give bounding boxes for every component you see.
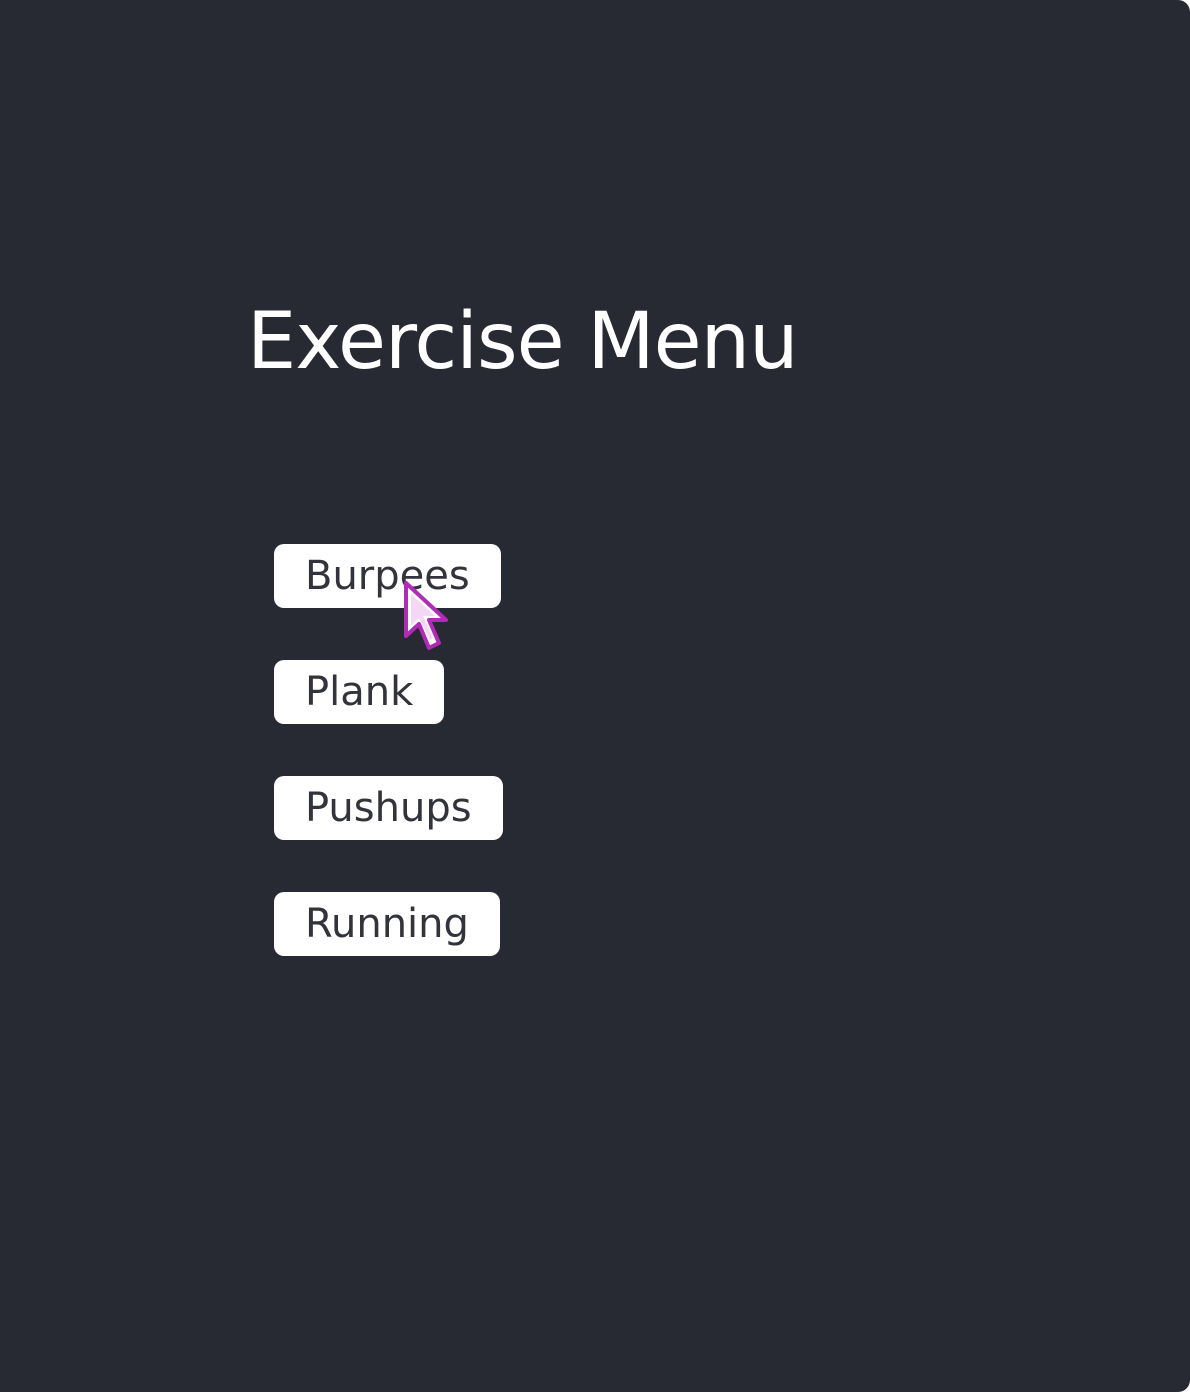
exercise-button-running[interactable]: Running (274, 892, 500, 956)
exercise-button-burpees[interactable]: Burpees (274, 544, 501, 608)
exercise-button-plank[interactable]: Plank (274, 660, 445, 724)
app-window: Exercise Menu Burpees Plank Pushups Runn… (0, 0, 1190, 1392)
exercise-button-pushups[interactable]: Pushups (274, 776, 503, 840)
exercise-menu: Burpees Plank Pushups Running (274, 544, 503, 956)
page-title: Exercise Menu (247, 297, 799, 387)
